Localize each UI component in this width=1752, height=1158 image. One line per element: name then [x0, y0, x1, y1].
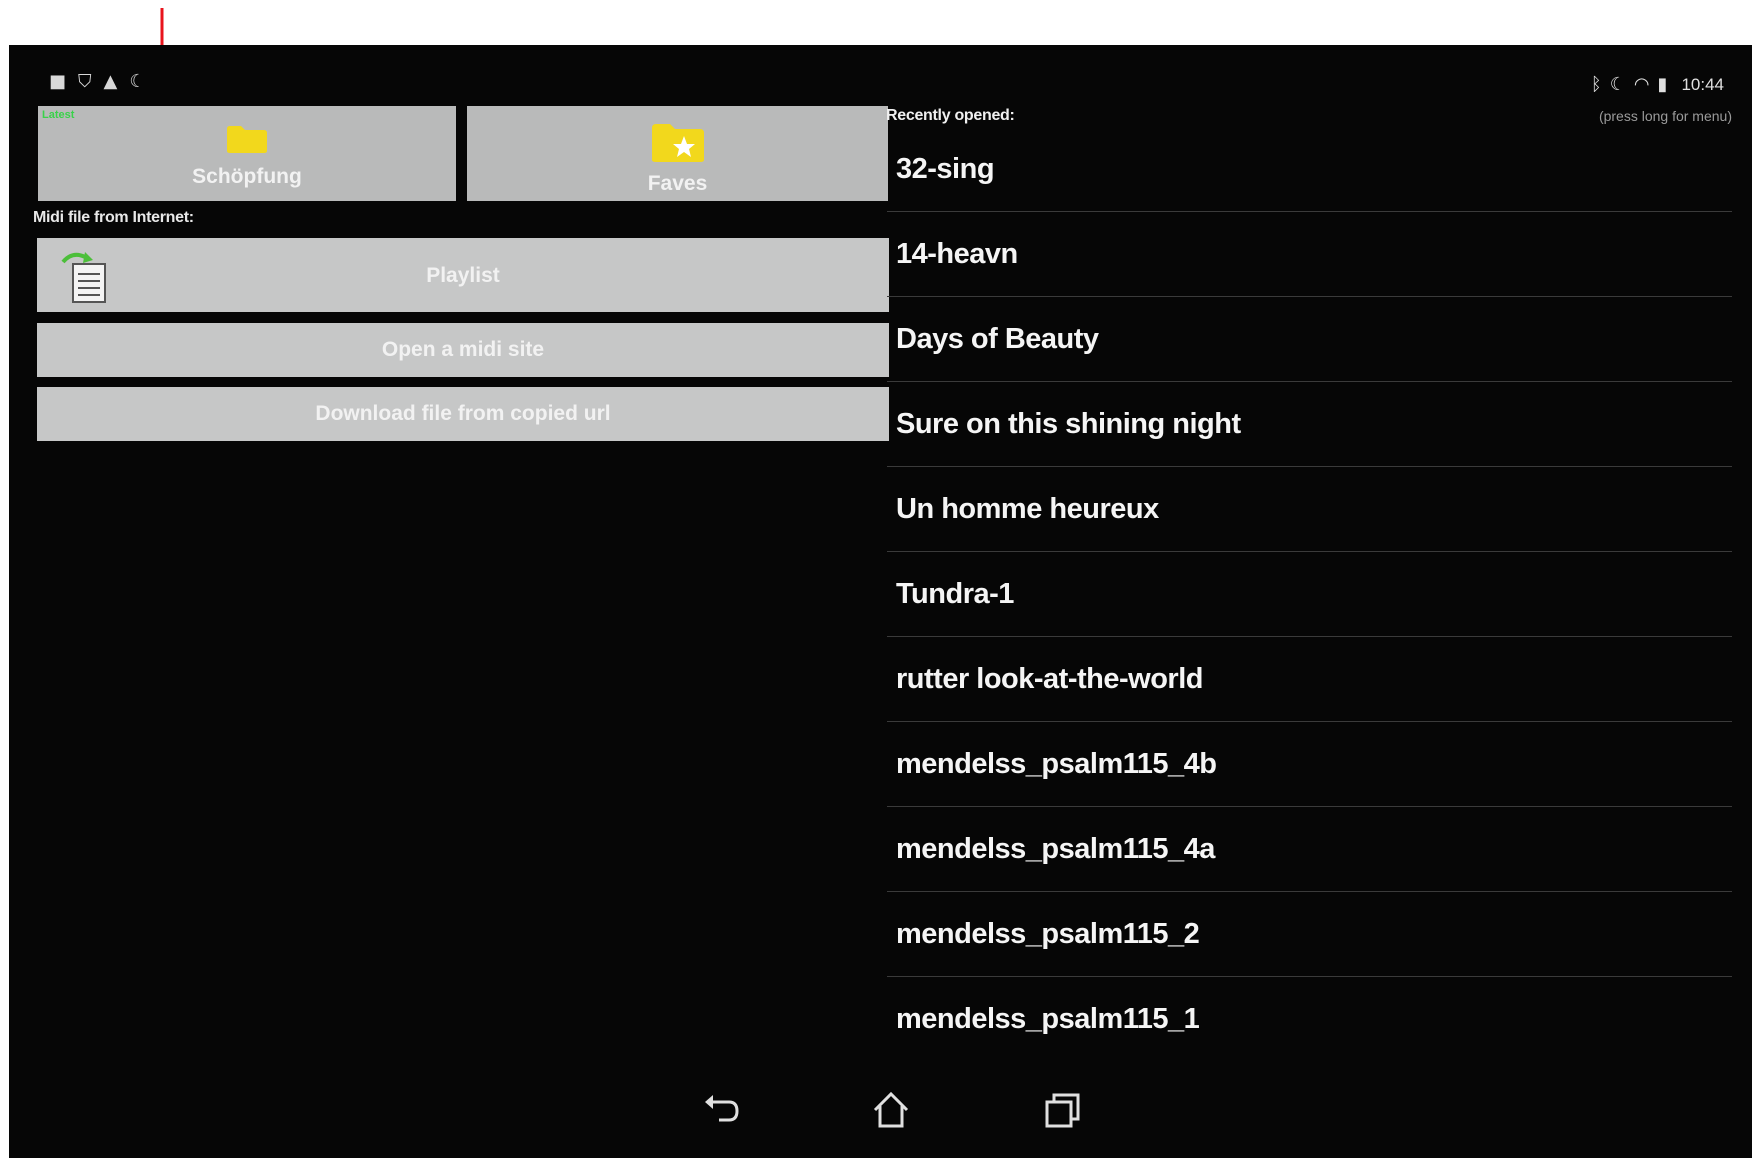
current-folder-button[interactable]: Latest Schöpfung — [38, 106, 456, 201]
wifi-icon: ◠ — [1633, 74, 1650, 95]
download-from-url-button[interactable]: Download file from copied url — [37, 387, 889, 441]
internet-section-label: Midi file from Internet: — [33, 209, 194, 226]
status-bar-left: ■ ⛉ ▲ ☾ — [49, 72, 146, 92]
menu-hint: (press long for menu) — [1598, 108, 1732, 124]
back-icon[interactable] — [699, 1088, 743, 1132]
faves-button[interactable]: Faves — [467, 106, 888, 201]
recent-title: Recently opened: — [886, 107, 1015, 124]
folder-icon — [227, 126, 267, 153]
faves-label: Faves — [647, 172, 708, 195]
recent-item[interactable]: mendelss_psalm115_4a — [887, 807, 1732, 892]
recent-item[interactable]: mendelss_psalm115_4b — [887, 722, 1732, 807]
recent-item[interactable]: mendelss_psalm115_2 — [887, 892, 1732, 977]
home-icon[interactable] — [869, 1088, 913, 1132]
recent-list: 32-sing 14-heavn Days of Beauty Sure on … — [887, 127, 1732, 1062]
moon-icon: ☾ — [129, 71, 146, 92]
latest-tag: Latest — [42, 109, 75, 121]
recent-item[interactable]: Sure on this shining night — [887, 382, 1732, 467]
warning-icon: ▲ — [103, 71, 118, 92]
recent-item[interactable]: Tundra-1 — [887, 552, 1732, 637]
recent-item[interactable]: 14-heavn — [887, 212, 1732, 297]
playlist-button[interactable]: Playlist — [37, 238, 889, 312]
battery-icon: ▮ — [1657, 74, 1668, 95]
recent-item[interactable]: 32-sing — [887, 127, 1732, 212]
recent-item[interactable]: rutter look-at-the-world — [887, 637, 1732, 722]
bluetooth-icon: ᛒ — [1590, 74, 1602, 95]
shield-icon: ⛉ — [78, 71, 92, 92]
moon-icon: ☾ — [1609, 74, 1626, 95]
clock: 10:44 — [1681, 74, 1724, 94]
recent-item[interactable]: Un homme heureux — [887, 467, 1732, 552]
navigation-bar — [9, 1088, 1752, 1132]
folder-label: Schöpfung — [192, 165, 302, 188]
recent-item[interactable]: mendelss_psalm115_1 — [887, 977, 1732, 1062]
tablet-screen: ■ ⛉ ▲ ☾ ᛒ ☾ ◠ ▮ 10:44 (press long for me… — [9, 45, 1752, 1158]
notification-icon: ■ — [49, 71, 67, 92]
status-bar-right: ᛒ ☾ ◠ ▮ 10:44 — [1591, 74, 1724, 95]
recent-item[interactable]: Days of Beauty — [887, 297, 1732, 382]
playlist-label: Playlist — [426, 264, 500, 287]
folder-star-icon — [651, 124, 704, 162]
recents-icon[interactable] — [1041, 1088, 1085, 1132]
open-midi-site-button[interactable]: Open a midi site — [37, 323, 889, 377]
